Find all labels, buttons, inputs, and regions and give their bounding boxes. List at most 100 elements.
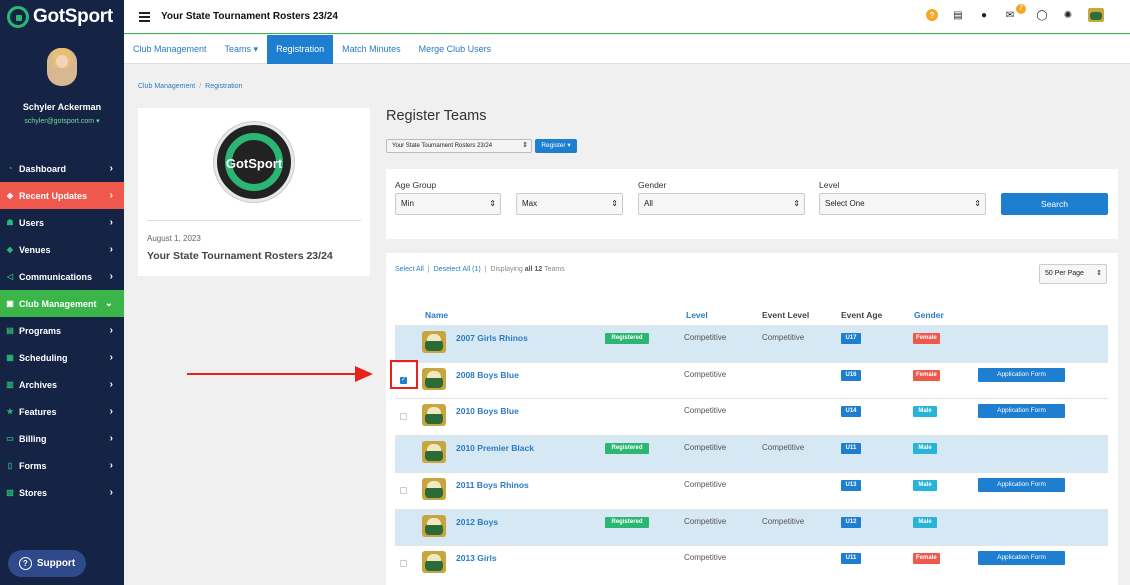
tab-registration[interactable]: Registration — [267, 35, 334, 64]
gear-icon[interactable]: ✺ — [1062, 9, 1074, 21]
displaying-prefix: Displaying — [490, 266, 523, 273]
team-logo-icon — [422, 404, 446, 427]
displaying-suffix: Teams — [544, 266, 565, 273]
topbar-actions: ? ▤ ● ✉ 7 ◯ ✺ — [926, 4, 1104, 22]
search-button[interactable]: Search — [1001, 193, 1108, 215]
gender-badge: Female — [913, 369, 940, 381]
deselect-all-link[interactable]: Deselect All (1) — [434, 266, 481, 273]
gotsport-logo-icon — [7, 5, 29, 28]
user-icon[interactable]: ● — [978, 9, 990, 21]
column-header-gender[interactable]: Gender — [914, 310, 944, 320]
column-header-level[interactable]: Level — [686, 310, 708, 320]
chevron-down-icon: ▾ — [96, 118, 100, 125]
event-age-badge: U16 — [841, 369, 861, 381]
team-name-link[interactable]: 2010 Premier Black — [456, 443, 534, 453]
mail-icon[interactable]: ✉ 7 — [1004, 4, 1026, 21]
team-level: Competitive — [684, 369, 727, 379]
level-select[interactable]: Select One — [819, 193, 986, 215]
team-name-link[interactable]: 2012 Boys — [456, 517, 498, 527]
list-toolbar: Select All | Deselect All (1) | Displaying a… — [395, 266, 565, 273]
sidebar-item-communications[interactable]: ◁ Communications › — [0, 263, 124, 290]
application-form-button[interactable]: Application Form — [978, 367, 1065, 382]
sidebar-item-users[interactable]: ☗ Users › — [0, 209, 124, 236]
avatar[interactable] — [47, 48, 77, 86]
column-header-name[interactable]: Name — [425, 310, 448, 320]
sidebar-item-label: Archives — [19, 379, 58, 390]
club-logo-icon[interactable] — [1088, 8, 1104, 22]
sidebar-item-billing[interactable]: ▭ Billing › — [0, 425, 124, 452]
programs-icon: ▤ — [6, 326, 14, 335]
sidebar-item-recent-updates[interactable]: ◈ Recent Updates › — [0, 182, 124, 209]
sidebar-item-scheduling[interactable]: ▦ Scheduling › — [0, 344, 124, 371]
team-name-link[interactable]: 2013 Girls — [456, 553, 497, 563]
event-level: Competitive — [762, 443, 805, 453]
tab-merge-club-users[interactable]: Merge Club Users — [410, 35, 501, 64]
clipboard-icon[interactable]: ▤ — [952, 9, 964, 21]
row-checkbox[interactable] — [400, 413, 407, 421]
team-logo-icon — [422, 441, 446, 464]
hamburger-menu-icon[interactable] — [139, 11, 150, 22]
annotation-arrow-line — [187, 373, 357, 375]
table-row: 2010 Premier Black Registered Competitive C… — [395, 435, 1108, 473]
age-max-select[interactable]: Max — [516, 193, 623, 215]
team-name-link[interactable]: 2011 Boys Rhinos — [456, 480, 529, 490]
team-logo-icon — [422, 367, 446, 390]
team-level: Competitive — [684, 406, 727, 416]
sidebar-item-label: Users — [19, 217, 45, 228]
event-select[interactable]: Your State Tournament Rosters 23/24 — [386, 139, 532, 153]
filter-panel: Age Group Min Max Gender All Level Selec… — [386, 169, 1118, 239]
user-email-dropdown[interactable]: schyler@gotsport.com ▾ — [0, 117, 124, 125]
team-level: Competitive — [684, 479, 727, 489]
sidebar-item-club-management[interactable]: ▣ Club Management ⌄ — [0, 290, 124, 317]
store-icon: ▧ — [6, 488, 14, 497]
sidebar-item-forms[interactable]: ▯ Forms › — [0, 452, 124, 479]
star-icon: ★ — [6, 407, 14, 416]
sidebar-item-label: Venues — [19, 244, 51, 255]
team-name-link[interactable]: 2010 Boys Blue — [456, 406, 519, 416]
application-form-button[interactable]: Application Form — [978, 551, 1065, 566]
chat-icon[interactable]: ◯ — [1036, 9, 1048, 21]
sidebar-item-stores[interactable]: ▧ Stores › — [0, 479, 124, 506]
sidebar-item-programs[interactable]: ▤ Programs › — [0, 317, 124, 344]
team-level: Competitive — [684, 443, 727, 453]
application-form-button[interactable]: Application Form — [978, 404, 1065, 419]
support-label: Support — [36, 558, 76, 569]
sidebar-item-label: Features — [19, 406, 57, 417]
age-min-select[interactable]: Min — [395, 193, 501, 215]
register-teams-heading: Register Teams — [386, 108, 487, 124]
per-page-select[interactable]: 50 Per Page — [1039, 264, 1107, 284]
brand-logo[interactable]: GotSport — [0, 0, 124, 33]
event-age-badge: U17 — [841, 333, 861, 344]
tab-club-management[interactable]: Club Management — [124, 35, 216, 64]
breadcrumb-registration[interactable]: Registration — [205, 83, 242, 90]
register-dropdown-button[interactable]: Register ▾ — [535, 139, 577, 153]
support-button[interactable]: ? Support — [8, 550, 86, 577]
help-icon[interactable]: ? — [926, 9, 938, 21]
chevron-right-icon: › — [109, 379, 113, 390]
notification-badge: 7 — [1016, 4, 1026, 14]
calendar-icon: ▦ — [6, 353, 14, 362]
event-level: Competitive — [762, 333, 805, 342]
tab-match-minutes[interactable]: Match Minutes — [333, 35, 410, 64]
breadcrumb-club-management[interactable]: Club Management — [138, 83, 195, 90]
team-logo-icon — [422, 551, 446, 574]
sidebar-item-label: Communications — [19, 271, 93, 282]
credit-card-icon: ▭ — [6, 434, 14, 443]
team-level: Competitive — [684, 553, 727, 563]
row-checkbox[interactable] — [400, 486, 407, 494]
event-card: GotSport August 1, 2023 Your State Tourn… — [138, 108, 370, 276]
sidebar-item-dashboard[interactable]: ◔ Dashboard › — [0, 155, 124, 182]
application-form-button[interactable]: Application Form — [978, 477, 1065, 492]
gender-select[interactable]: All — [638, 193, 805, 215]
users-icon: ☗ — [6, 218, 14, 227]
tab-teams[interactable]: Teams ▾ — [216, 35, 268, 64]
sidebar-item-archives[interactable]: ▥ Archives › — [0, 371, 124, 398]
chevron-right-icon: › — [109, 433, 113, 444]
team-name-link[interactable]: 2007 Girls Rhinos — [456, 333, 528, 343]
select-all-link[interactable]: Select All — [395, 266, 424, 273]
team-name-link[interactable]: 2008 Boys Blue — [456, 370, 519, 380]
row-checkbox[interactable] — [400, 560, 407, 568]
sidebar-item-venues[interactable]: ◆ Venues › — [0, 236, 124, 263]
sidebar-item-features[interactable]: ★ Features › — [0, 398, 124, 425]
event-level: Competitive — [762, 516, 805, 526]
